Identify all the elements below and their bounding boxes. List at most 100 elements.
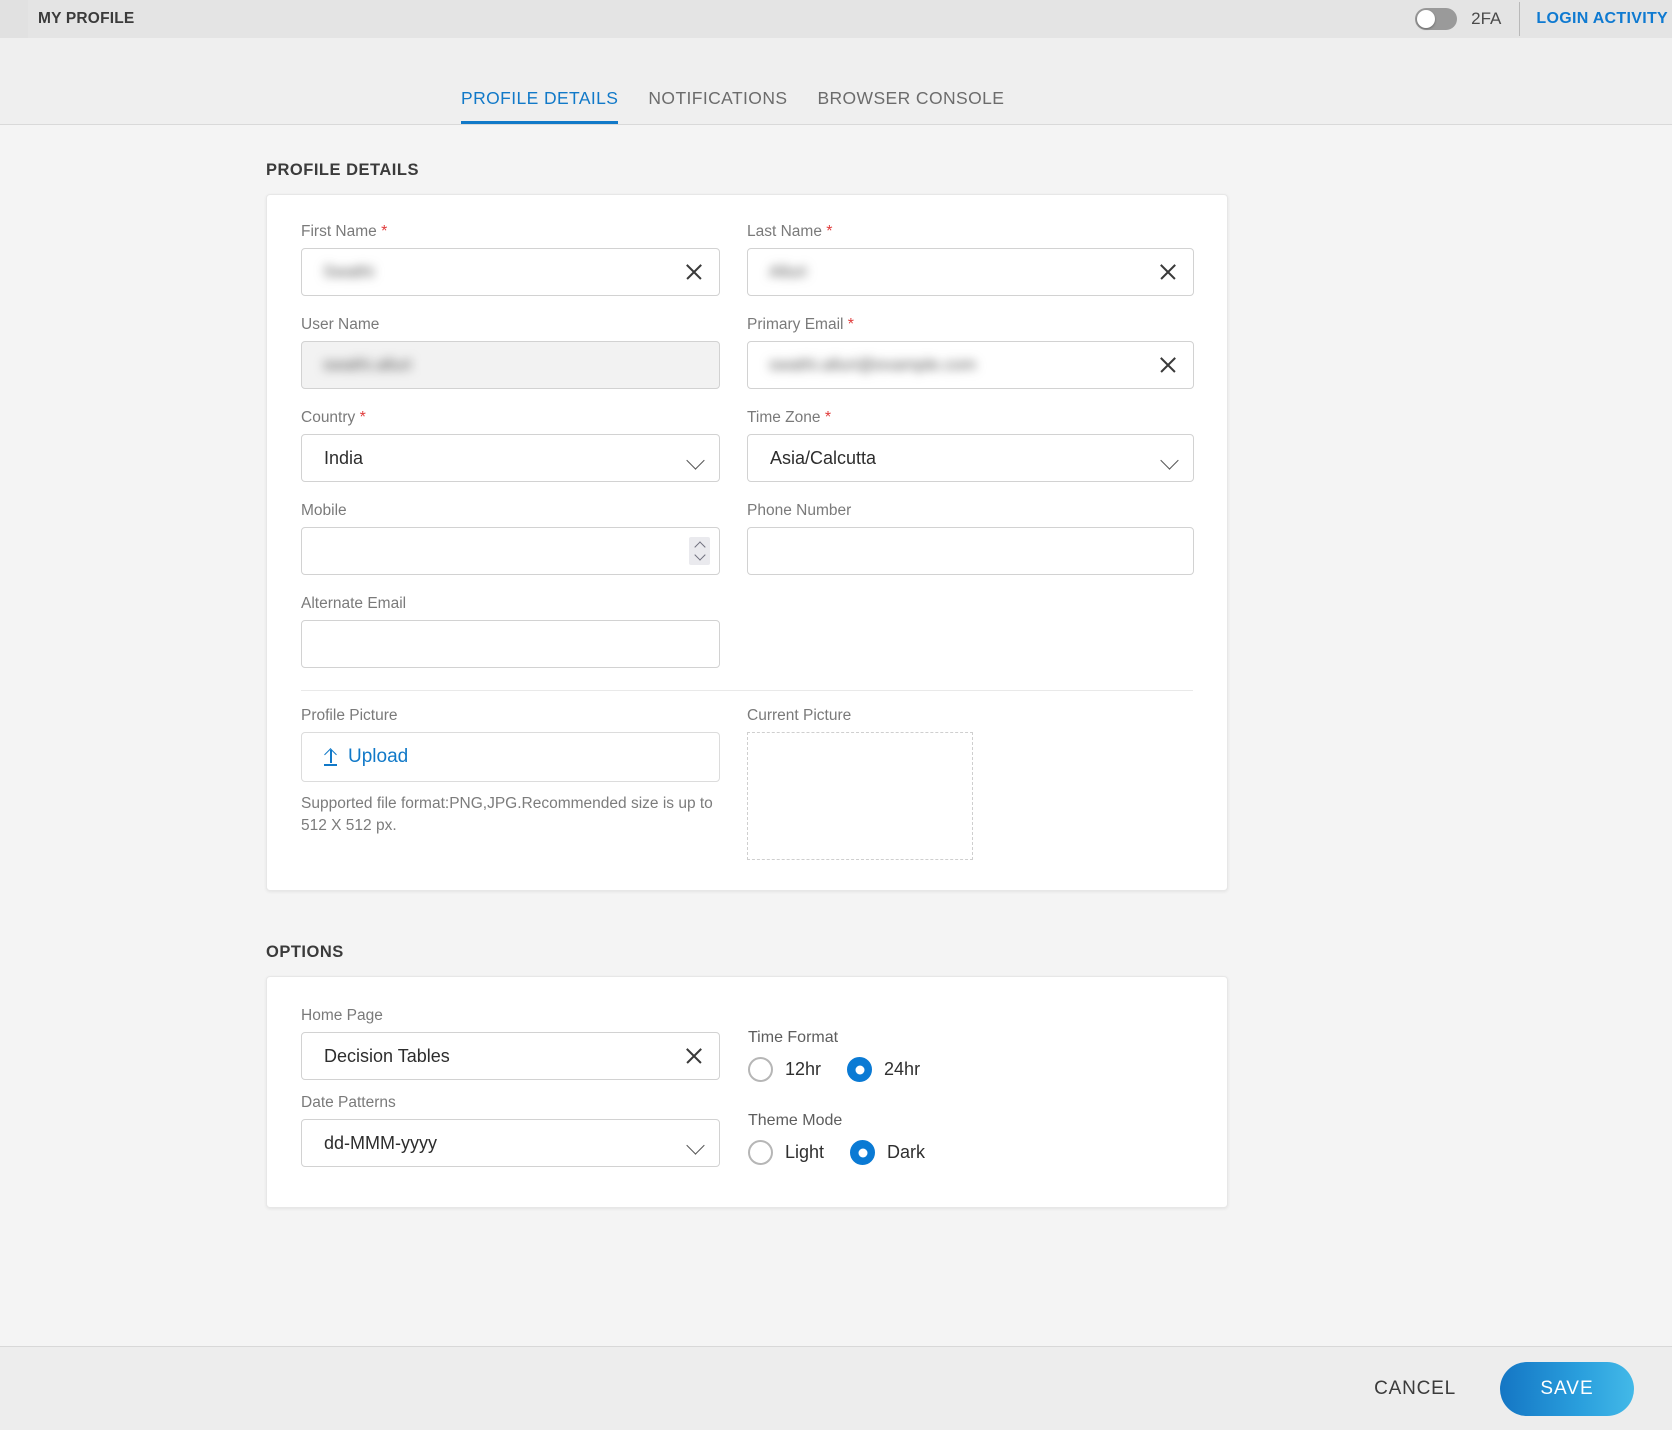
mobile-input[interactable]: [301, 527, 720, 575]
theme-mode-radio-group: Light Dark: [748, 1140, 951, 1165]
profile-picture-label: Profile Picture: [301, 707, 398, 724]
cancel-button[interactable]: CANCEL: [1368, 1377, 1462, 1401]
tab-bar: PROFILE DETAILS NOTIFICATIONS BROWSER CO…: [0, 38, 1672, 125]
last-name-required-mark: *: [826, 223, 833, 240]
time-zone-field-group: Time Zone * Asia/Calcutta: [747, 395, 1194, 488]
top-bar-divider: [1519, 2, 1521, 36]
country-select-wrap: India: [301, 434, 720, 482]
primary-email-input-wrap: swathi.alluri@example.com: [747, 341, 1194, 389]
options-right-column: Time Format 12hr 24hr Theme Mode Light D…: [748, 1007, 951, 1173]
content-area: PROFILE DETAILS First Name * Swathi Last…: [0, 125, 1672, 1346]
options-card: Home Page Decision Tables Date Patterns …: [266, 976, 1228, 1208]
twofa-toggle-knob: [1417, 10, 1436, 28]
radio-time-format-12hr[interactable]: [748, 1057, 773, 1082]
profile-fields-grid: First Name * Swathi Last Name * Alluri U…: [301, 223, 1194, 674]
radio-theme-dark[interactable]: [850, 1140, 876, 1165]
alternate-email-field-group: Alternate Email: [301, 581, 747, 674]
primary-email-label: Primary Email *: [747, 316, 854, 333]
first-name-input-wrap: Swathi: [301, 248, 720, 296]
clear-icon[interactable]: [1158, 355, 1178, 375]
home-page-input-wrap: Decision Tables: [301, 1032, 720, 1080]
upload-button-label: Upload: [348, 746, 409, 767]
primary-email-field-group: Primary Email * swathi.alluri@example.co…: [747, 302, 1194, 395]
mobile-label: Mobile: [301, 502, 347, 519]
twofa-label: 2FA: [1471, 9, 1502, 28]
date-patterns-select-wrap: dd-MMM-yyyy: [301, 1119, 720, 1167]
country-required-mark: *: [359, 409, 366, 426]
time-zone-label: Time Zone *: [747, 409, 832, 426]
time-zone-required-mark: *: [824, 409, 832, 426]
phone-number-input-wrap: [747, 527, 1194, 575]
alternate-email-input[interactable]: [301, 620, 720, 668]
my-profile-page: MY PROFILE 2FA LOGIN ACTIVITY PROFILE DE…: [0, 0, 1672, 1430]
first-name-label: First Name *: [301, 223, 388, 240]
footer-bar: CANCEL SAVE: [0, 1346, 1672, 1430]
primary-email-required-mark: *: [847, 316, 854, 333]
home-page-select[interactable]: Decision Tables: [301, 1032, 720, 1080]
profile-picture-group: Profile Picture Upload Supported file fo…: [301, 707, 747, 860]
picture-row: Profile Picture Upload Supported file fo…: [301, 707, 1193, 860]
top-bar-left-notch: [0, 0, 28, 38]
user-name-input-wrap: swathi.alluri: [301, 341, 720, 389]
country-label: Country *: [301, 409, 366, 426]
last-name-field-group: Last Name * Alluri: [747, 223, 1194, 302]
upload-icon: [324, 748, 337, 766]
last-name-input[interactable]: [747, 248, 1194, 296]
tab-browser-console[interactable]: BROWSER CONSOLE: [817, 88, 1004, 124]
top-bar-actions: 2FA LOGIN ACTIVITY: [1415, 0, 1672, 38]
radio-time-format-24hr[interactable]: [847, 1057, 873, 1082]
last-name-label: Last Name *: [747, 223, 833, 240]
first-name-required-mark: *: [381, 223, 388, 240]
alternate-email-input-wrap: [301, 620, 720, 668]
phone-number-field-group: Phone Number: [747, 488, 1194, 581]
phone-number-label: Phone Number: [747, 502, 852, 519]
upload-help-text: Supported file format:PNG,JPG.Recommende…: [301, 795, 713, 835]
alternate-email-label: Alternate Email: [301, 595, 407, 612]
date-patterns-label: Date Patterns: [301, 1094, 396, 1111]
profile-details-card: First Name * Swathi Last Name * Alluri U…: [266, 194, 1228, 891]
first-name-input[interactable]: [301, 248, 720, 296]
options-row: Home Page Decision Tables Date Patterns …: [301, 1007, 1193, 1173]
tab-profile-details[interactable]: PROFILE DETAILS: [461, 88, 619, 124]
current-picture-label: Current Picture: [747, 707, 852, 724]
number-stepper-icon[interactable]: [689, 537, 710, 565]
mobile-field-group: Mobile: [301, 488, 747, 581]
login-activity-link[interactable]: LOGIN ACTIVITY: [1536, 10, 1668, 28]
time-zone-select-wrap: Asia/Calcutta: [747, 434, 1194, 482]
options-wrap: OPTIONS Home Page Decision Tables Date P…: [0, 943, 1672, 1208]
user-name-field-group: User Name swathi.alluri: [301, 302, 747, 395]
current-picture-placeholder: [747, 732, 973, 860]
clear-icon[interactable]: [684, 1046, 704, 1066]
tab-notifications[interactable]: NOTIFICATIONS: [648, 88, 787, 124]
first-name-field-group: First Name * Swathi: [301, 223, 747, 302]
radio-theme-light[interactable]: [748, 1140, 773, 1165]
twofa-toggle[interactable]: [1415, 8, 1458, 30]
profile-details-heading: PROFILE DETAILS: [266, 161, 419, 179]
mobile-input-wrap: [301, 527, 720, 575]
stepper-down-icon[interactable]: [693, 549, 706, 561]
upload-button[interactable]: Upload: [301, 732, 720, 782]
radio-theme-light-label: Light: [785, 1142, 825, 1162]
clear-icon[interactable]: [684, 262, 704, 282]
radio-time-format-24hr-label: 24hr: [884, 1059, 921, 1079]
phone-number-input[interactable]: [747, 527, 1194, 575]
time-format-label: Time Format: [748, 1029, 839, 1046]
home-page-label: Home Page: [301, 1007, 383, 1024]
current-picture-group: Current Picture: [747, 707, 1193, 860]
primary-email-input[interactable]: [747, 341, 1194, 389]
user-name-label: User Name: [301, 316, 380, 333]
radio-theme-dark-label: Dark: [887, 1142, 926, 1162]
country-select[interactable]: India: [301, 434, 720, 482]
top-bar: MY PROFILE 2FA LOGIN ACTIVITY: [0, 0, 1672, 38]
options-left-column: Home Page Decision Tables Date Patterns …: [301, 1007, 720, 1173]
clear-icon[interactable]: [1158, 262, 1178, 282]
radio-time-format-12hr-label: 12hr: [785, 1059, 822, 1079]
country-field-group: Country * India: [301, 395, 747, 488]
save-button[interactable]: SAVE: [1500, 1361, 1634, 1416]
last-name-input-wrap: Alluri: [747, 248, 1194, 296]
alternate-email-spacer: [747, 581, 1193, 674]
user-name-input: [301, 341, 720, 389]
section-divider: [301, 690, 1193, 691]
time-zone-select[interactable]: Asia/Calcutta: [747, 434, 1194, 482]
date-patterns-select[interactable]: dd-MMM-yyyy: [301, 1119, 720, 1167]
